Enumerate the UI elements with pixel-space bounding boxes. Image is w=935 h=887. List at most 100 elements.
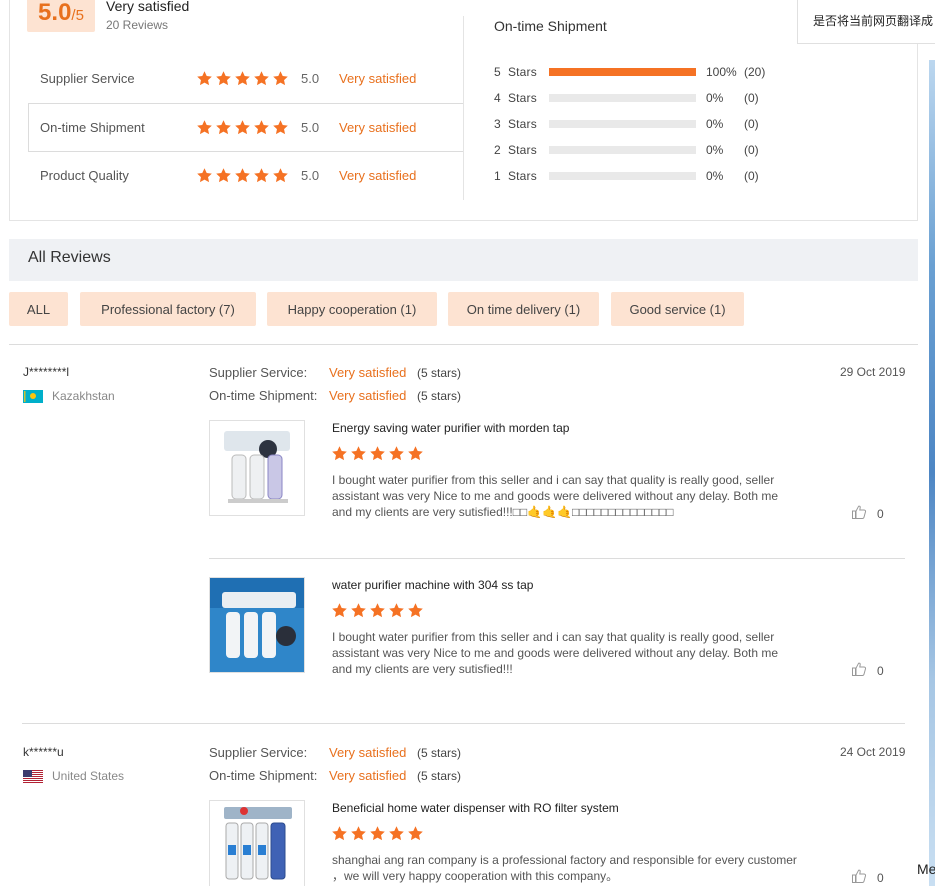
rating-value: 5.0 <box>301 168 320 183</box>
divider <box>209 558 905 559</box>
star-icon <box>196 119 213 136</box>
reviewer-country: United States <box>23 769 124 783</box>
meta-key: Supplier Service: <box>209 365 308 380</box>
overall-score-max: /5 <box>71 7 84 24</box>
distribution-label: 4 Stars <box>494 91 537 105</box>
review-meta-supplier-service: Supplier Service: Very satisfied (5 star… <box>209 745 461 760</box>
star-icon <box>350 825 367 842</box>
star-icon <box>369 602 386 619</box>
meta-stars: (5 stars) <box>417 389 462 403</box>
distribution-count: (0) <box>744 117 759 131</box>
distribution-bar <box>549 172 696 180</box>
review-meta-on-time-shipment: On-time Shipment: Very satisfied (5 star… <box>209 388 461 403</box>
meta-key: On-time Shipment: <box>209 388 318 403</box>
distribution-title: On-time Shipment <box>494 18 607 34</box>
star-icon <box>234 119 251 136</box>
review-date: 24 Oct 2019 <box>840 745 906 759</box>
star-icon <box>272 70 289 87</box>
country-name: United States <box>52 769 125 783</box>
star-icon <box>234 70 251 87</box>
distribution-count: (20) <box>744 65 766 79</box>
like-count: 0 <box>877 506 884 521</box>
distribution-row-2: 2 Stars 0% (0) <box>494 142 759 158</box>
review-meta-supplier-service: Supplier Service: Very satisfied (5 star… <box>209 365 461 380</box>
product-title[interactable]: Beneficial home water dispenser with RO … <box>332 801 619 815</box>
divider <box>22 723 905 724</box>
product-thumbnail[interactable] <box>209 420 305 516</box>
rating-row-on-time-shipment[interactable]: On-time Shipment 5.0 Very satisfied <box>28 103 464 152</box>
star-icon <box>388 825 405 842</box>
star-icon <box>331 602 348 619</box>
meta-key: On-time Shipment: <box>209 768 318 783</box>
star-icon <box>196 167 213 184</box>
star-icon <box>350 445 367 462</box>
us-flag-icon <box>23 769 43 783</box>
distribution-bar <box>549 146 696 154</box>
translate-popup[interactable]: 是否将当前网页翻译成 <box>797 0 935 44</box>
distribution-pct: 0% <box>706 117 724 131</box>
star-icon <box>196 70 213 87</box>
review-text: I bought water purifier from this seller… <box>332 630 779 676</box>
selected-row-border <box>28 103 29 152</box>
summary-divider <box>463 16 464 200</box>
distribution-pct: 0% <box>706 91 724 105</box>
star-rating <box>196 167 289 184</box>
rating-text: Very satisfied <box>339 168 417 183</box>
star-icon <box>253 167 270 184</box>
like-button[interactable]: 0 <box>851 661 884 680</box>
overall-headline: Very satisfied <box>106 0 190 14</box>
distribution-bar-fill <box>549 68 696 76</box>
star-icon <box>272 119 289 136</box>
like-count: 0 <box>877 870 884 885</box>
rating-value: 5.0 <box>301 71 320 86</box>
distribution-row-3: 3 Stars 0% (0) <box>494 116 759 132</box>
star-icon <box>215 70 232 87</box>
distribution-label: 1 Stars <box>494 169 537 183</box>
distribution-label: 3 Stars <box>494 117 537 131</box>
meta-stars: (5 stars) <box>417 366 462 380</box>
country-name: Kazakhstan <box>52 389 115 403</box>
product-title[interactable]: water purifier machine with 304 ss tap <box>332 578 533 592</box>
distribution-pct: 0% <box>706 143 724 157</box>
filter-tag-happy-cooperation[interactable]: Happy cooperation (1) <box>267 292 437 326</box>
meta-value: Very satisfied <box>329 768 407 783</box>
star-icon <box>234 167 251 184</box>
star-icon <box>407 825 424 842</box>
meta-stars: (5 stars) <box>417 769 462 783</box>
meta-stars: (5 stars) <box>417 746 462 760</box>
review-date: 29 Oct 2019 <box>840 365 906 379</box>
product-star-rating <box>331 602 424 619</box>
divider <box>9 344 918 345</box>
rating-label: Supplier Service <box>40 71 135 86</box>
corner-text[interactable]: Me <box>917 861 935 877</box>
product-thumbnail[interactable] <box>209 800 305 886</box>
review-text: shanghai ang ran company is a profession… <box>332 853 797 883</box>
star-icon <box>407 602 424 619</box>
like-button[interactable]: 0 <box>851 868 884 887</box>
all-reviews-header: All Reviews <box>9 239 918 281</box>
meta-value: Very satisfied <box>329 365 407 380</box>
star-icon <box>350 602 367 619</box>
star-icon <box>331 445 348 462</box>
meta-value: Very satisfied <box>329 388 407 403</box>
reviewer-name: k******u <box>23 745 64 759</box>
filter-tag-good-service[interactable]: Good service (1) <box>611 292 744 326</box>
thumbs-up-icon <box>851 868 867 887</box>
distribution-pct: 100% <box>706 65 737 79</box>
star-icon <box>272 167 289 184</box>
filter-tag-all[interactable]: ALL <box>9 292 68 326</box>
rating-row-product-quality: Product Quality 5.0 Very satisfied <box>28 151 464 200</box>
review-meta-on-time-shipment: On-time Shipment: Very satisfied (5 star… <box>209 768 461 783</box>
like-button[interactable]: 0 <box>851 504 884 523</box>
star-icon <box>253 70 270 87</box>
kazakhstan-flag-icon <box>23 389 43 403</box>
star-icon <box>215 167 232 184</box>
thumbs-up-icon <box>851 504 867 523</box>
filter-tag-professional-factory[interactable]: Professional factory (7) <box>80 292 256 326</box>
rating-value: 5.0 <box>301 120 320 135</box>
rating-label: On-time Shipment <box>40 120 145 135</box>
filter-tag-on-time-delivery[interactable]: On time delivery (1) <box>448 292 599 326</box>
product-thumbnail[interactable] <box>209 577 305 673</box>
product-title[interactable]: Energy saving water purifier with morden… <box>332 421 569 435</box>
rating-text: Very satisfied <box>339 71 417 86</box>
